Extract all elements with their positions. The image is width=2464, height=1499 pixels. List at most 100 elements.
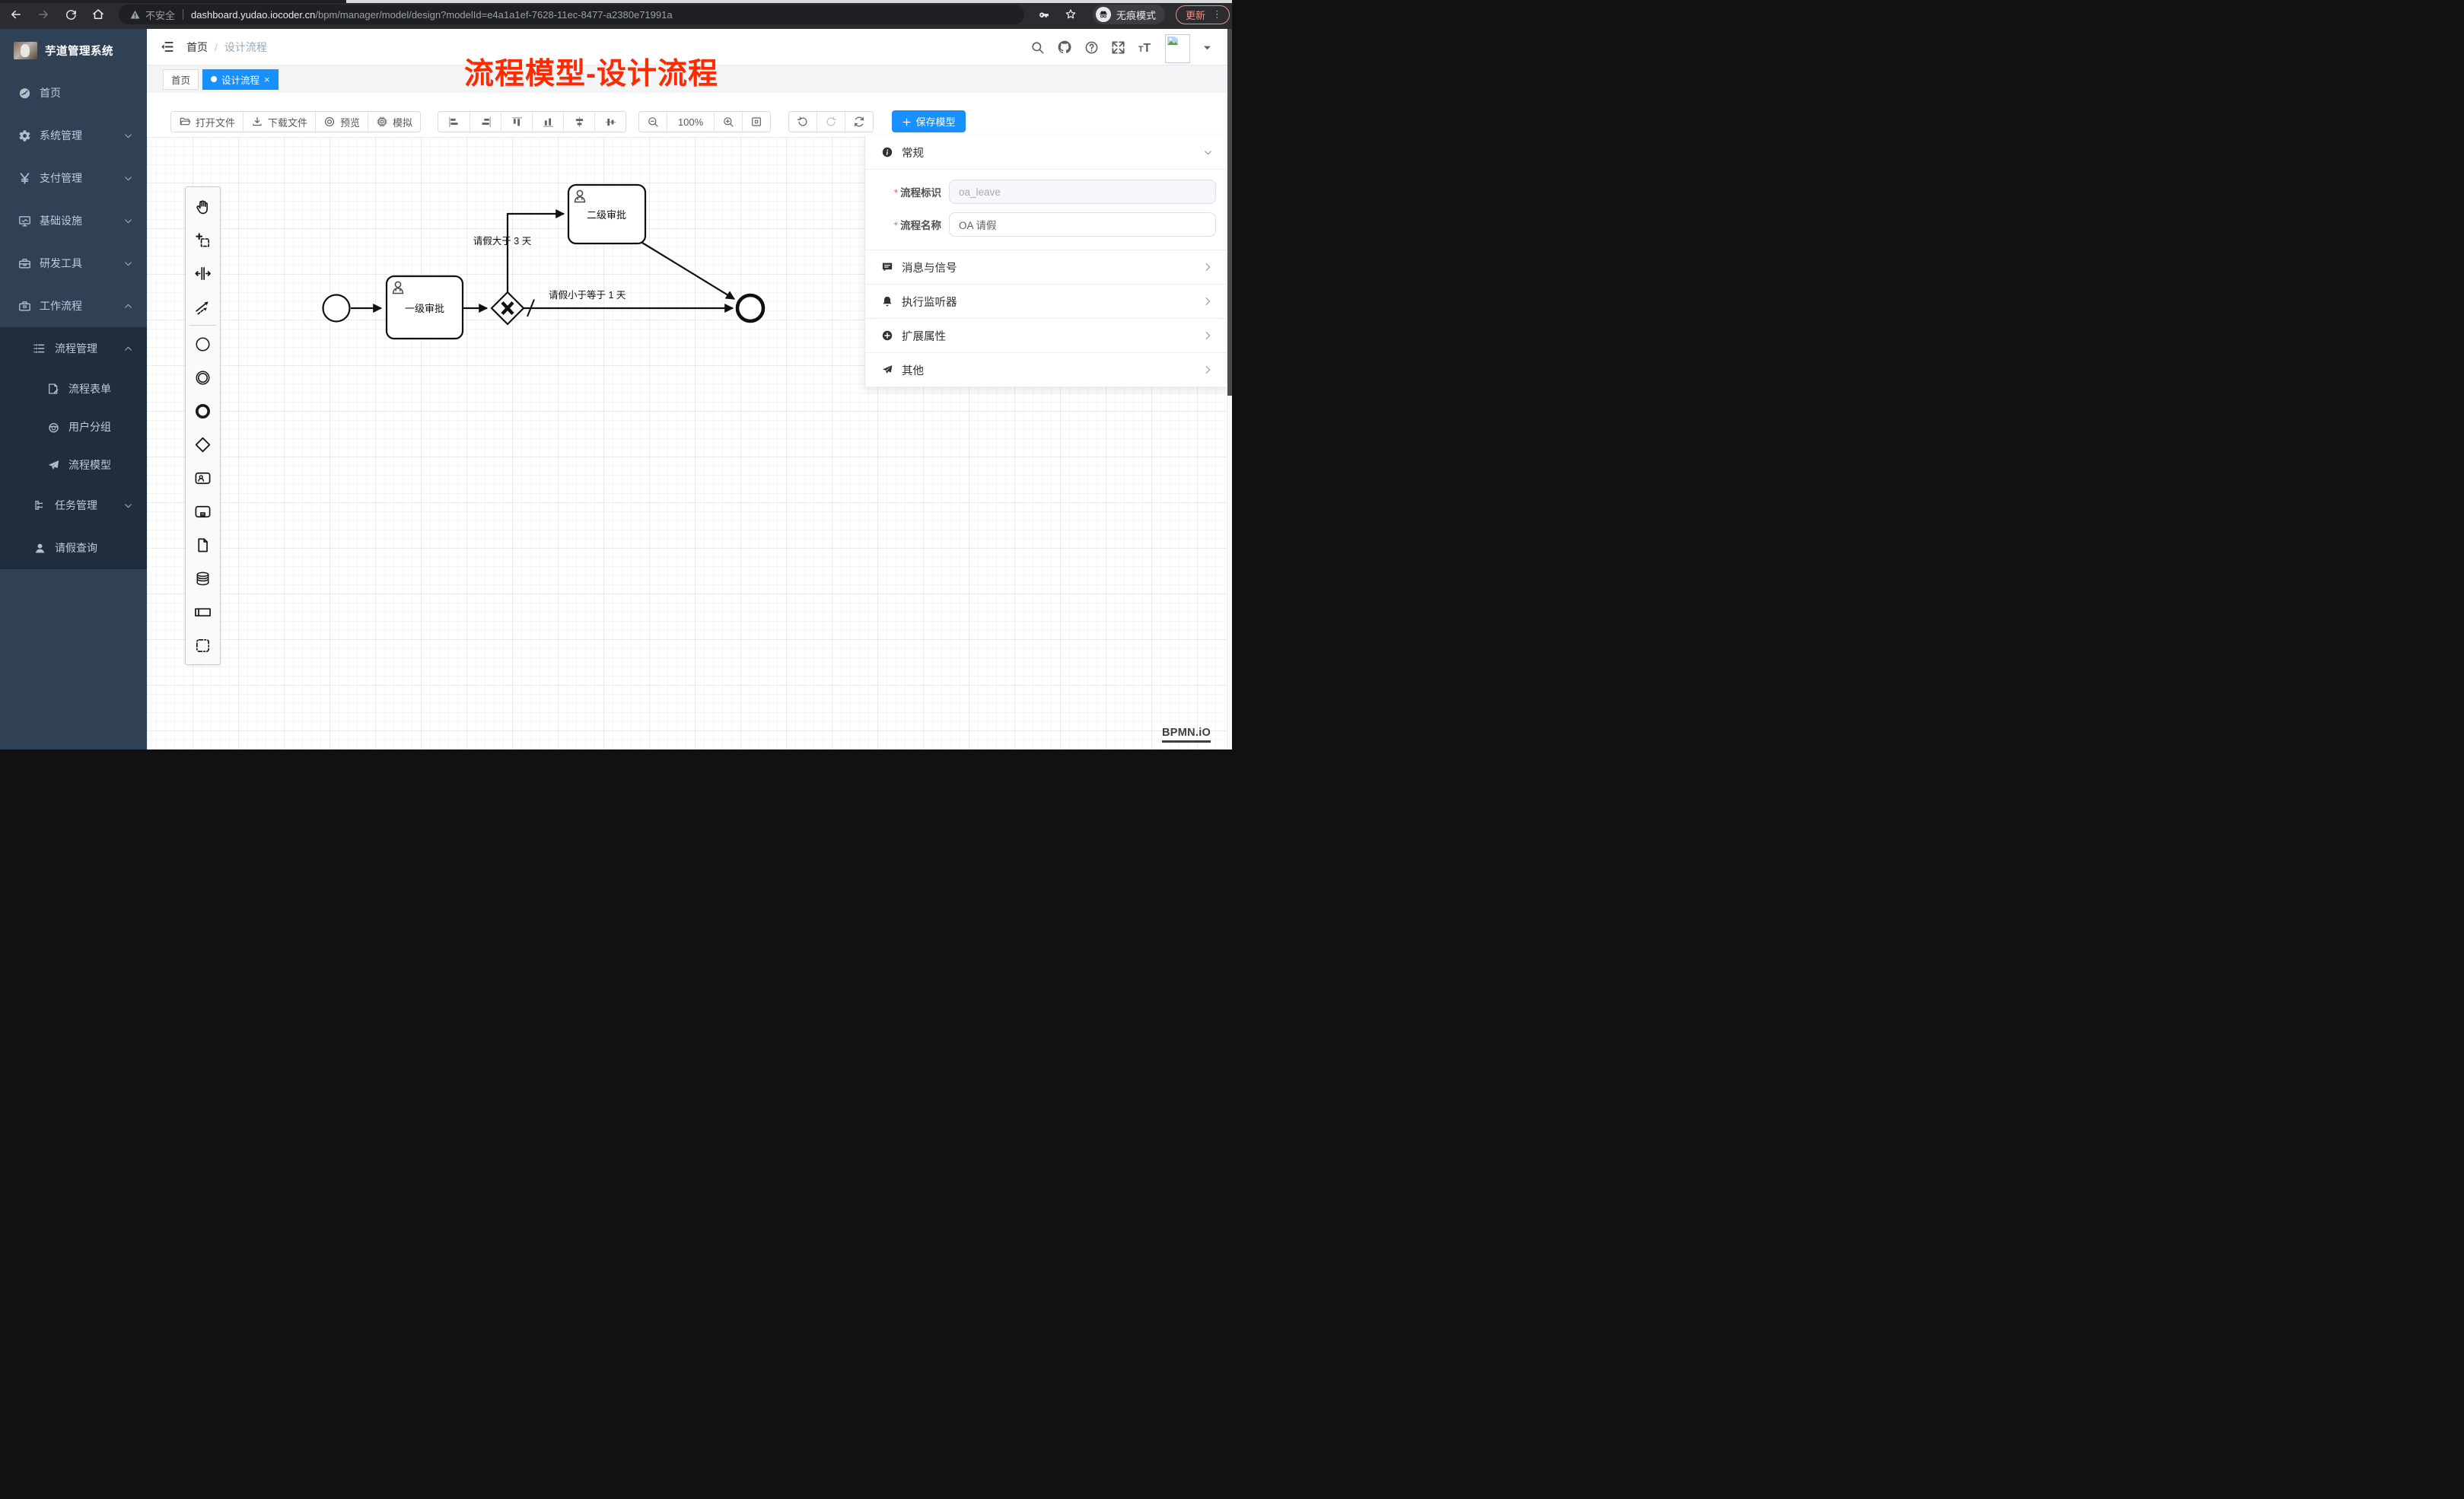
fullscreen-icon[interactable] — [1111, 40, 1125, 55]
browser-reload-icon[interactable] — [59, 3, 82, 26]
github-icon[interactable] — [1057, 40, 1072, 55]
align-center-button[interactable] — [594, 112, 626, 132]
palette-group[interactable] — [186, 629, 220, 662]
sidebar-item-首页[interactable]: 首页 — [0, 72, 147, 114]
panel-section-label: 扩展属性 — [902, 328, 946, 344]
tab-首页[interactable]: 首页 — [163, 69, 199, 90]
redo-button[interactable] — [817, 112, 845, 132]
chevron-down-icon — [123, 259, 133, 269]
address-bar[interactable]: 不安全 dashboard.yudao.iocoder.cn/bpm/manag… — [119, 5, 1024, 24]
panel-section-消息与信号[interactable]: 消息与信号 — [865, 250, 1227, 285]
browser-update-button[interactable]: 更新 ⋮ — [1176, 5, 1230, 24]
screen: 不安全 dashboard.yudao.iocoder.cn/bpm/manag… — [0, 0, 1232, 750]
field-label: *流程名称 — [865, 217, 949, 232]
sidebar-fold-icon[interactable] — [160, 40, 174, 54]
palette-global-connect[interactable] — [186, 290, 220, 323]
start-event[interactable] — [323, 295, 350, 322]
tab-设计流程[interactable]: 设计流程× — [202, 69, 279, 90]
password-key-icon[interactable] — [1032, 3, 1055, 26]
palette-intermediate-event[interactable] — [186, 361, 220, 394]
palette-separator — [189, 325, 216, 326]
zoom-out-button[interactable] — [639, 112, 667, 132]
align-bottom-icon — [542, 116, 555, 129]
browser-back-icon[interactable] — [5, 3, 27, 26]
save-model-button[interactable]: 保存模型 — [892, 110, 966, 132]
face-icon — [44, 421, 62, 434]
palette-subprocess[interactable] — [186, 495, 220, 528]
restart-button[interactable] — [845, 112, 873, 132]
zoom-in-button[interactable] — [714, 112, 742, 132]
流程名称-input[interactable] — [949, 212, 1216, 237]
sidebar-item-系统管理[interactable]: 系统管理 — [0, 114, 147, 157]
tab-close-icon[interactable]: × — [264, 75, 270, 84]
zoom-level[interactable]: 100% — [667, 112, 714, 132]
panel-section-label: 消息与信号 — [902, 259, 957, 275]
zoom-out-icon — [647, 116, 659, 128]
palette-user-task[interactable] — [186, 461, 220, 495]
breadcrumb-home[interactable]: 首页 — [186, 40, 208, 55]
avatar[interactable] — [1165, 34, 1190, 63]
panel-section-扩展属性[interactable]: 扩展属性 — [865, 319, 1227, 353]
browser-home-icon[interactable] — [87, 3, 110, 26]
panel-section-常规[interactable]: 常规 — [865, 135, 1227, 170]
end-event[interactable] — [737, 295, 763, 321]
scrollbar-thumb[interactable] — [1227, 29, 1232, 396]
sidebar-item-工作流程[interactable]: 工作流程 — [0, 285, 147, 327]
designer-toolbar: 打开文件下载文件预览模拟 100% 保存模型 — [147, 93, 1232, 137]
palette-data-object[interactable] — [186, 528, 220, 562]
sidebar-item-流程模型[interactable]: 流程模型 — [0, 446, 147, 484]
exclusive-gateway[interactable] — [492, 292, 524, 324]
yen-icon — [15, 172, 33, 185]
预览-button[interactable]: 预览 — [315, 112, 368, 132]
sidebar-item-任务管理[interactable]: 任务管理 — [0, 484, 147, 527]
incognito-icon — [1096, 7, 1111, 22]
bpmn-io-watermark[interactable]: BPMN.iO — [1162, 727, 1211, 743]
app-logo-row[interactable]: 芋道管理系统 — [0, 29, 147, 72]
avatar-caret-icon[interactable] — [1202, 43, 1212, 53]
help-icon[interactable] — [1084, 40, 1099, 55]
panel-section-执行监听器[interactable]: 执行监听器 — [865, 285, 1227, 319]
sidebar-item-请假查询[interactable]: 请假查询 — [0, 527, 147, 569]
sidebar-item-label: 首页 — [40, 85, 61, 100]
user-task-level2[interactable]: 二级审批 — [568, 185, 645, 243]
sidebar-item-用户分组[interactable]: 用户分组 — [0, 408, 147, 446]
palette-data-store[interactable] — [186, 562, 220, 595]
下载文件-button[interactable]: 下载文件 — [243, 112, 315, 132]
zoom-fit-button[interactable] — [742, 112, 770, 132]
panel-section-其他[interactable]: 其他 — [865, 353, 1227, 387]
palette-lasso-tool[interactable] — [186, 223, 220, 256]
align-top-button[interactable] — [501, 112, 532, 132]
align-left-button[interactable] — [438, 112, 470, 132]
align-bottom-button[interactable] — [532, 112, 563, 132]
bookmark-star-icon[interactable] — [1059, 3, 1082, 26]
sidebar-item-label: 任务管理 — [55, 498, 97, 513]
sidebar-item-支付管理[interactable]: 支付管理 — [0, 157, 147, 199]
save-model-label: 保存模型 — [915, 114, 955, 129]
palette-hand-tool[interactable] — [186, 189, 220, 223]
palette-start-event[interactable] — [186, 327, 220, 361]
sidebar-item-流程表单[interactable]: 流程表单 — [0, 370, 147, 408]
palette-end-event[interactable] — [186, 394, 220, 428]
search-icon[interactable] — [1030, 40, 1045, 55]
browser-menu-dots-icon[interactable]: ⋮ — [1212, 8, 1222, 21]
打开文件-button[interactable]: 打开文件 — [171, 112, 243, 132]
模拟-button[interactable]: 模拟 — [368, 112, 420, 132]
sidebar-item-label: 工作流程 — [40, 298, 82, 313]
palette-space-tool[interactable] — [186, 256, 220, 290]
palette-participant[interactable] — [186, 595, 220, 629]
sidebar-item-基础设施[interactable]: 基础设施 — [0, 199, 147, 242]
undo-button[interactable] — [789, 112, 817, 132]
plane-icon — [44, 459, 62, 472]
sidebar-item-流程管理[interactable]: 流程管理 — [0, 327, 147, 370]
align-middle-button[interactable] — [563, 112, 594, 132]
align-right-button[interactable] — [470, 112, 501, 132]
font-size-icon[interactable]: TT — [1138, 40, 1153, 55]
url-path: /bpm/manager/model/design?modelId=e4a1a1… — [315, 9, 672, 21]
流程标识-input[interactable] — [949, 180, 1216, 204]
user-task-level1[interactable]: 一级审批 — [387, 276, 463, 339]
palette-gateway[interactable] — [186, 428, 220, 461]
browser-forward-icon[interactable] — [32, 3, 55, 26]
page-scrollbar[interactable] — [1227, 29, 1232, 750]
app-logo — [14, 42, 37, 59]
sidebar-item-研发工具[interactable]: 研发工具 — [0, 242, 147, 285]
